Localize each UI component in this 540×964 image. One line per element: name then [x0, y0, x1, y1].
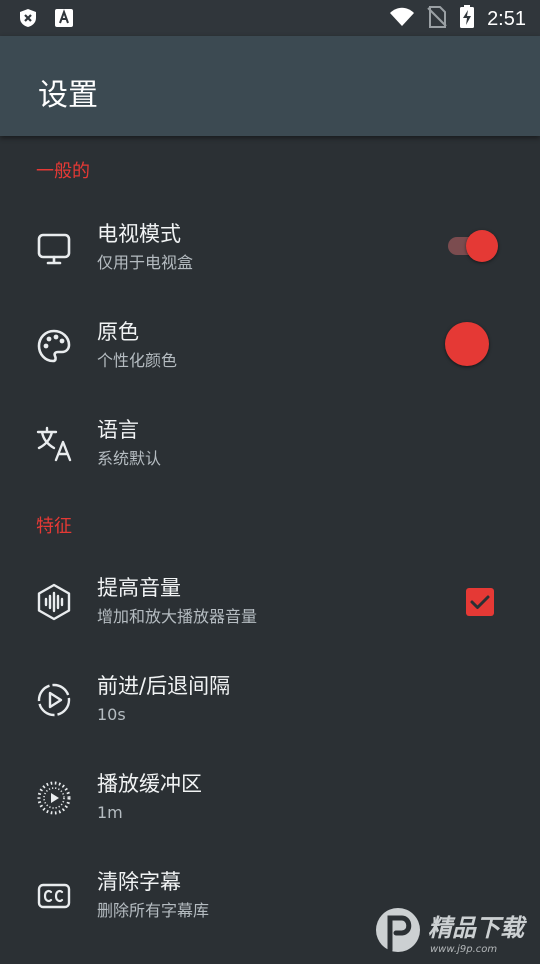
page-title: 设置: [38, 78, 98, 113]
setting-title: 清除字幕: [97, 870, 181, 894]
setting-title: 电视模式: [97, 222, 181, 246]
setting-title: 原色: [97, 320, 139, 344]
watermark-logo: 精品下载 www.j9p.com: [372, 902, 540, 960]
setting-title: 提高音量: [97, 576, 181, 600]
setting-subtitle: 删除所有字幕库: [97, 901, 210, 920]
font-a-icon: [54, 8, 74, 32]
buffer-icon: [34, 778, 74, 818]
check-icon: [470, 595, 490, 609]
setting-tv-mode[interactable]: 电视模式 仅用于电视盒: [0, 198, 540, 294]
setting-subtitle: 增加和放大播放器音量: [97, 607, 258, 626]
volume-wave-icon: [34, 582, 74, 622]
watermark-text: 精品下载: [428, 914, 528, 942]
palette-icon: [34, 326, 74, 366]
setting-title: 前进/后退间隔: [97, 674, 231, 698]
setting-subtitle: 仅用于电视盒: [97, 253, 194, 272]
monitor-icon: [34, 228, 74, 268]
setting-boost-volume[interactable]: 提高音量 增加和放大播放器音量: [0, 552, 540, 648]
no-sim-icon: [427, 6, 447, 32]
app-bar: 设置: [0, 36, 540, 136]
toggle-thumb: [466, 230, 498, 262]
watermark-url: www.j9p.com: [430, 944, 497, 955]
clock: 2:51: [487, 7, 526, 30]
battery-charging-icon: [459, 5, 475, 33]
wifi-icon: [389, 7, 415, 31]
setting-subtitle: 系统默认: [97, 449, 162, 468]
setting-title: 语言: [97, 418, 139, 442]
section-header-features: 特征: [36, 516, 72, 537]
translate-icon: [34, 424, 74, 464]
setting-primary-color[interactable]: 原色 个性化颜色: [0, 296, 540, 392]
status-bar: 2:51: [0, 0, 540, 36]
boost-volume-checkbox[interactable]: [466, 588, 494, 616]
setting-subtitle: 10s: [97, 705, 126, 724]
setting-seek-interval[interactable]: 前进/后退间隔 10s: [0, 650, 540, 746]
shield-x-icon: [18, 8, 38, 32]
primary-color-swatch[interactable]: [445, 322, 489, 366]
setting-subtitle: 个性化颜色: [97, 351, 178, 370]
setting-subtitle: 1m: [97, 803, 123, 822]
setting-language[interactable]: 语言 系统默认: [0, 394, 540, 490]
setting-title: 播放缓冲区: [97, 772, 202, 796]
section-header-general: 一般的: [36, 161, 90, 182]
cc-icon: [34, 876, 74, 916]
setting-buffer[interactable]: 播放缓冲区 1m: [0, 748, 540, 844]
play-circle-dashed-icon: [34, 680, 74, 720]
